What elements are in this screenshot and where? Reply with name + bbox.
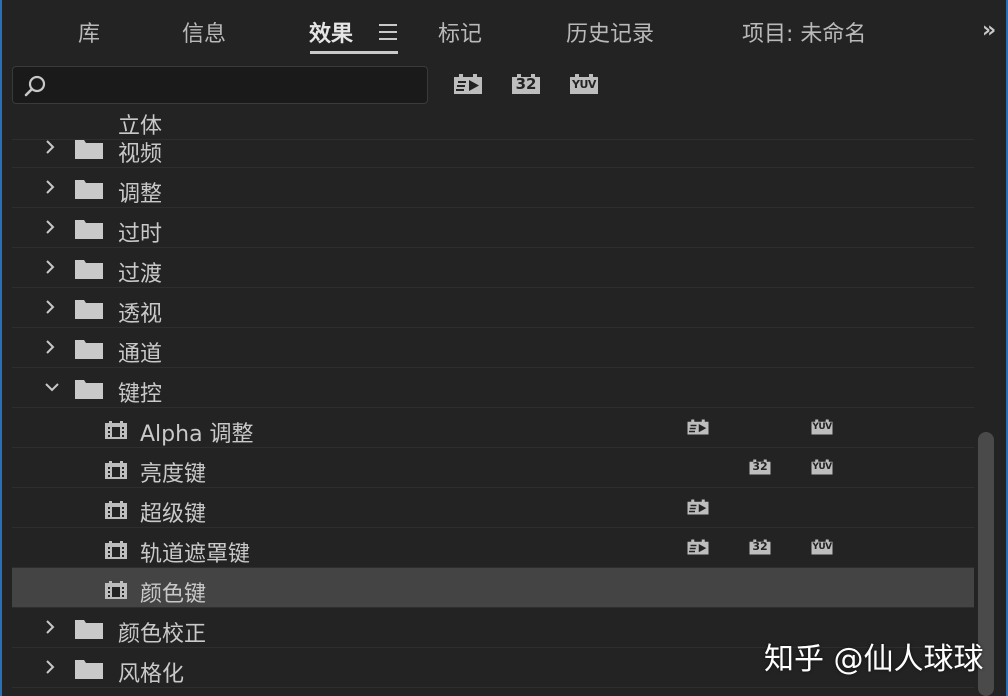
accelerated-badge <box>686 496 710 518</box>
chevron-right-icon[interactable] <box>42 339 58 355</box>
accelerated-effects-icon <box>687 539 709 555</box>
folder-label: 透视 <box>118 302 163 327</box>
folder-row[interactable]: 过时 <box>12 208 974 248</box>
effect-label: 超级键 <box>140 502 207 527</box>
tab-markers[interactable]: 标记 <box>438 16 482 48</box>
search-input[interactable] <box>59 71 423 101</box>
yuv-badge: YUV <box>810 456 834 478</box>
yuv-badge-label: YUV <box>812 422 832 432</box>
chevron-right-icon[interactable] <box>42 219 58 235</box>
effect-preset-icon <box>105 581 127 599</box>
yuv-badge-label: YUV <box>812 542 832 552</box>
accelerated-badge <box>686 416 710 438</box>
effects-tree: 立体 视频 调整 过时 过渡 透视 通道 键控 Alpha 调整 YUV 亮度键 32 YUV 超级键轨… <box>12 112 974 696</box>
folder-icon <box>75 340 103 359</box>
yuv-label: YUV <box>572 78 596 91</box>
folder-row[interactable]: 过渡 <box>12 248 974 288</box>
folder-label: 过时 <box>118 222 163 247</box>
panel-menu-icon[interactable] <box>379 24 397 40</box>
chevron-right-icon[interactable] <box>42 179 58 195</box>
folder-label: 视频 <box>118 142 163 167</box>
tab-history[interactable]: 历史记录 <box>566 16 654 48</box>
yuv-badge: YUV <box>810 536 834 558</box>
folder-icon <box>75 180 103 199</box>
folder-label: 键控 <box>118 382 163 407</box>
effect-row[interactable]: 轨道遮罩键 32 YUV <box>12 528 974 568</box>
folder-label: 颜色校正 <box>118 622 207 647</box>
folder-label: 调整 <box>118 182 163 207</box>
chevron-right-icon[interactable] <box>42 619 58 635</box>
accelerated-effects-icon <box>687 499 709 515</box>
effect-preset-icon <box>105 461 127 479</box>
accelerated-badge <box>686 536 710 558</box>
effect-preset-icon <box>105 421 127 439</box>
folder-icon <box>75 260 103 279</box>
folder-row[interactable]: 透视 <box>12 288 974 328</box>
effect-preset-icon <box>105 541 127 559</box>
folder-icon <box>75 620 103 639</box>
folder-icon <box>75 140 103 159</box>
folder-icon <box>75 660 103 679</box>
32-bit-badge: 32 <box>748 456 772 478</box>
chevron-right-icon[interactable] <box>42 659 58 675</box>
effect-label: 颜色键 <box>140 582 207 607</box>
effect-label: 亮度键 <box>140 462 207 487</box>
effect-row[interactable]: Alpha 调整 YUV <box>12 408 974 448</box>
32-bit-badge: 32 <box>748 536 772 558</box>
yuv-badge-label: YUV <box>812 462 832 472</box>
accelerated-effects-icon <box>454 74 482 94</box>
32-bit-label: 32 <box>515 75 537 93</box>
yuv-badge: YUV <box>810 416 834 438</box>
effect-label: Alpha 调整 <box>140 422 254 447</box>
tab-project[interactable]: 项目: 未命名 <box>742 16 866 48</box>
tab-bar: 库 信息 效果 标记 历史记录 项目: 未命名 » <box>2 0 1006 60</box>
effect-preset-icon <box>105 501 127 519</box>
folder-row[interactable]: 视频 <box>12 128 974 168</box>
folder-row[interactable]: 调整 <box>12 168 974 208</box>
effect-label: 轨道遮罩键 <box>140 542 251 567</box>
accelerated-effects-icon <box>687 419 709 435</box>
folder-row[interactable]: 通道 <box>12 328 974 368</box>
folder-row[interactable]: 键控 <box>12 368 974 408</box>
32-bit-badge-label: 32 <box>752 460 768 473</box>
tab-overflow-button[interactable]: » <box>982 18 996 43</box>
search-icon <box>24 75 46 97</box>
yuv-filter-button[interactable]: YUV <box>568 72 600 96</box>
chevron-right-icon[interactable] <box>42 139 58 155</box>
folder-label: 风格化 <box>118 662 185 687</box>
search-box[interactable] <box>12 66 428 104</box>
tab-effects[interactable]: 效果 <box>309 16 353 48</box>
folder-icon <box>75 220 103 239</box>
32-bit-filter-button[interactable]: 32 <box>510 72 542 96</box>
accelerated-effects-filter-button[interactable] <box>452 72 484 96</box>
effect-row[interactable]: 亮度键 32 YUV <box>12 448 974 488</box>
chevron-down-icon[interactable] <box>44 379 60 395</box>
active-tab-indicator <box>310 51 398 54</box>
folder-label: 通道 <box>118 342 163 367</box>
tab-library[interactable]: 库 <box>78 16 100 48</box>
effect-row[interactable]: 超级键 <box>12 488 974 528</box>
32-bit-badge-label: 32 <box>752 540 768 553</box>
chevron-right-icon[interactable] <box>42 299 58 315</box>
watermark-text: 知乎 @仙人球球 <box>764 642 984 677</box>
tab-info[interactable]: 信息 <box>182 16 226 48</box>
folder-label: 过渡 <box>118 262 163 287</box>
folder-icon <box>75 300 103 319</box>
panel-frame-left <box>0 0 2 696</box>
chevron-right-icon[interactable] <box>42 259 58 275</box>
folder-icon <box>75 380 103 399</box>
effect-row-selected[interactable]: 颜色键 <box>12 568 974 608</box>
